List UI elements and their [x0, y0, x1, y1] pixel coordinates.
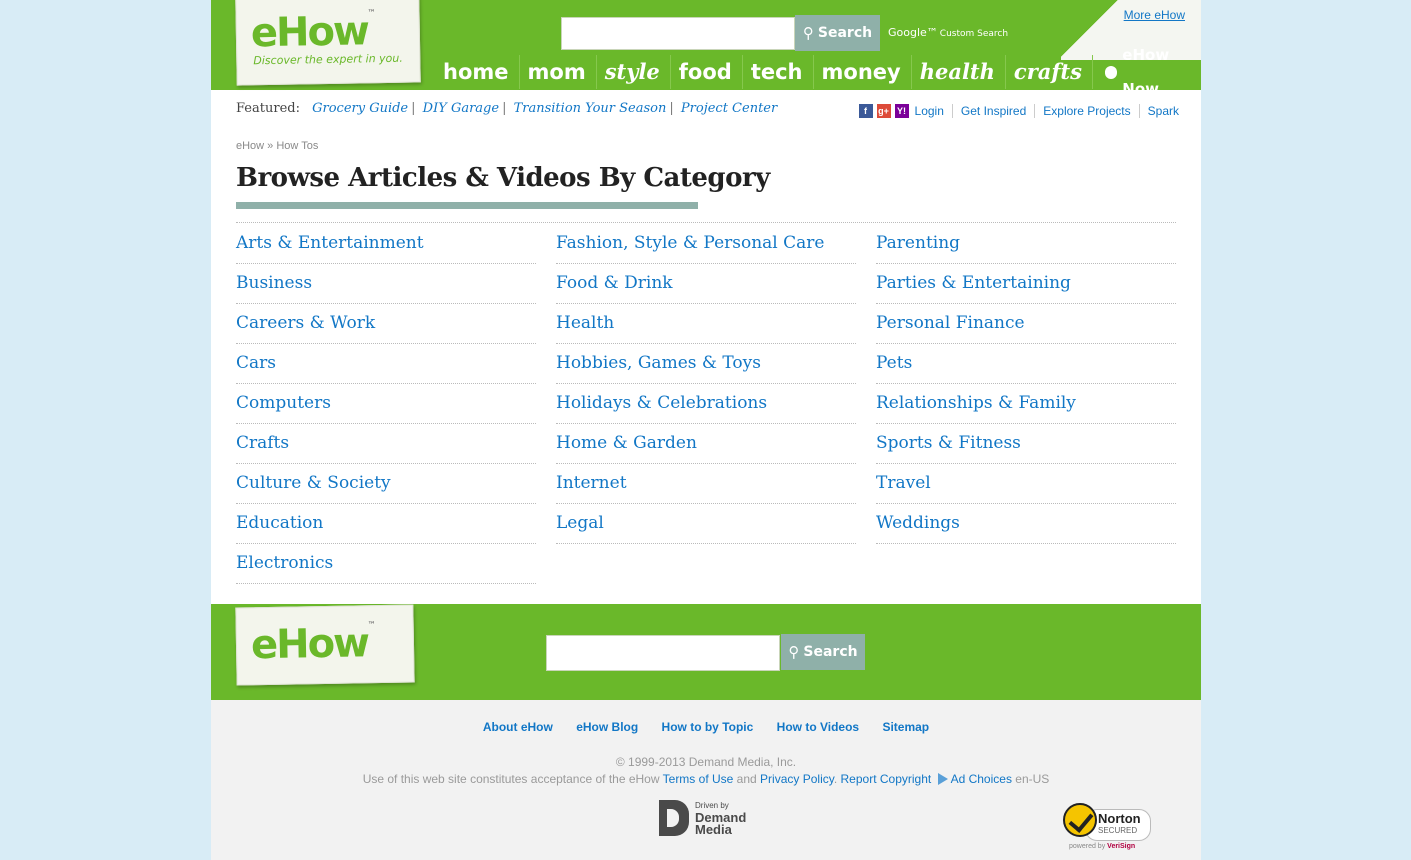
facebook-icon[interactable]: f	[858, 104, 873, 118]
category-link[interactable]: Arts & Entertainment	[236, 224, 536, 264]
get-inspired-link[interactable]: Get Inspired	[953, 104, 1036, 118]
footer-search-button[interactable]: ⚲ Search	[781, 634, 865, 670]
featured-bar: Featured: Grocery Guide | DIY Garage | Tra…	[236, 101, 778, 116]
nav-food[interactable]: food	[671, 55, 743, 89]
category-link[interactable]: Health	[556, 304, 856, 344]
footer-link-videos[interactable]: How to Videos	[777, 720, 859, 734]
footer-logo-text: eHow™	[250, 620, 374, 669]
footer-band: eHow™ ⚲ Search	[211, 604, 1201, 700]
login-link[interactable]: Login	[913, 104, 953, 118]
search-button[interactable]: ⚲ Search	[795, 15, 880, 51]
category-link[interactable]: Pets	[876, 344, 1176, 384]
footer-link-blog[interactable]: eHow Blog	[576, 720, 638, 734]
site-header: eHow™ Discover the expert in you. ⚲ Sear…	[211, 0, 1201, 98]
category-link[interactable]: Computers	[236, 384, 536, 424]
category-link[interactable]: Business	[236, 264, 536, 304]
category-column-2: Fashion, Style & Personal Care Food & Dr…	[556, 224, 856, 544]
demand-media-d-icon	[659, 800, 689, 836]
category-link[interactable]: Careers & Work	[236, 304, 536, 344]
category-link[interactable]: Parenting	[876, 224, 1176, 264]
footer-search-button-label: Search	[803, 644, 858, 660]
footer-link-sitemap[interactable]: Sitemap	[882, 720, 929, 734]
checkmark-icon	[1063, 803, 1097, 837]
featured-link-grocery-guide[interactable]: Grocery Guide	[312, 101, 408, 116]
page-title: Browse Articles & Videos By Category	[236, 163, 770, 193]
divider	[236, 222, 1176, 223]
ad-choices-icon[interactable]	[937, 773, 948, 785]
terms-link[interactable]: Terms of Use	[663, 772, 734, 786]
norton-powered-by: powered by VeriSign	[1069, 843, 1136, 850]
featured-link-project-center[interactable]: Project Center	[681, 101, 777, 116]
search-button-label: Search	[817, 25, 873, 41]
category-link[interactable]: Education	[236, 504, 536, 544]
ehow-logo[interactable]: eHow™ Discover the expert in you.	[235, 0, 421, 86]
copyright: © 1999-2013 Demand Media, Inc.	[615, 755, 797, 769]
google-custom-search-label: Google™ Custom Search	[888, 26, 1009, 39]
featured-link-diy-garage[interactable]: DIY Garage	[423, 101, 499, 116]
search-icon: ⚲	[788, 643, 800, 661]
nav-health[interactable]: health	[912, 55, 1006, 89]
report-copyright-link[interactable]: Report Copyright	[841, 772, 932, 786]
category-link[interactable]: Home & Garden	[556, 424, 856, 464]
more-ehow-link[interactable]: More eHow	[1124, 8, 1185, 22]
utility-links: f g+ Y! Login Get Inspired Explore Proje…	[858, 104, 1179, 118]
nav-style[interactable]: style	[597, 55, 671, 89]
nav-ehow-now-label: eHow Now	[1122, 46, 1170, 98]
nav-ehow-now[interactable]: eHow Now	[1093, 46, 1201, 98]
yahoo-icon[interactable]: Y!	[894, 104, 909, 118]
footer-link-about[interactable]: About eHow	[483, 720, 553, 734]
demand-media-text: Driven by Demand Media	[695, 801, 747, 837]
nav-home[interactable]: home	[435, 55, 520, 89]
category-link[interactable]: Parties & Entertaining	[876, 264, 1176, 304]
category-link[interactable]: Travel	[876, 464, 1176, 504]
footer-ehow-logo[interactable]: eHow™	[235, 604, 415, 686]
category-link[interactable]: Electronics	[236, 544, 536, 584]
chat-bubble-icon	[1104, 65, 1118, 79]
locale: en-US	[1015, 772, 1050, 786]
category-link[interactable]: Crafts	[236, 424, 536, 464]
category-link[interactable]: Legal	[556, 504, 856, 544]
category-link[interactable]: Holidays & Celebrations	[556, 384, 856, 424]
category-link[interactable]: Food & Drink	[556, 264, 856, 304]
nav-mom[interactable]: mom	[520, 55, 597, 89]
featured-label: Featured:	[236, 101, 300, 116]
explore-projects-link[interactable]: Explore Projects	[1035, 104, 1140, 118]
category-link[interactable]: Hobbies, Games & Toys	[556, 344, 856, 384]
category-link[interactable]: Personal Finance	[876, 304, 1176, 344]
breadcrumb[interactable]: eHow » How Tos	[236, 140, 318, 152]
privacy-link[interactable]: Privacy Policy	[760, 772, 834, 786]
logo-tagline: Discover the expert in you.	[253, 51, 403, 68]
footer-search-input[interactable]	[546, 635, 780, 671]
title-underline	[236, 202, 698, 209]
category-column-3: Parenting Parties & Entertaining Persona…	[876, 224, 1176, 544]
category-link[interactable]: Sports & Fitness	[876, 424, 1176, 464]
ad-choices-link[interactable]: Ad Choices	[951, 772, 1012, 786]
page: eHow™ Discover the expert in you. ⚲ Sear…	[211, 0, 1201, 860]
footer-link-topic[interactable]: How to by Topic	[662, 720, 754, 734]
search-icon: ⚲	[802, 24, 814, 42]
category-link[interactable]: Culture & Society	[236, 464, 536, 504]
spark-link[interactable]: Spark	[1140, 104, 1179, 118]
logo-text: eHow™	[250, 8, 374, 57]
category-link[interactable]: Cars	[236, 344, 536, 384]
category-column-1: Arts & Entertainment Business Careers & …	[236, 224, 536, 584]
category-link[interactable]: Internet	[556, 464, 856, 504]
featured-link-transition-season[interactable]: Transition Your Season	[514, 101, 667, 116]
nav-money[interactable]: money	[814, 55, 912, 89]
nav-tech[interactable]: tech	[743, 55, 814, 89]
category-link[interactable]: Weddings	[876, 504, 1176, 544]
legal-line: Use of this web site constitutes accepta…	[362, 772, 1050, 786]
nav-crafts[interactable]: crafts	[1006, 55, 1093, 89]
main-nav: home mom style food tech money health cr…	[435, 46, 1201, 98]
search-input[interactable]	[561, 17, 795, 50]
google-plus-icon[interactable]: g+	[876, 104, 891, 118]
demand-media-logo[interactable]: Driven by Demand Media	[659, 800, 746, 836]
footer-links: About eHow eHow Blog How to by Topic How…	[211, 720, 1201, 734]
category-link[interactable]: Fashion, Style & Personal Care	[556, 224, 856, 264]
footer: About eHow eHow Blog How to by Topic How…	[211, 700, 1201, 860]
category-link[interactable]: Relationships & Family	[876, 384, 1176, 424]
